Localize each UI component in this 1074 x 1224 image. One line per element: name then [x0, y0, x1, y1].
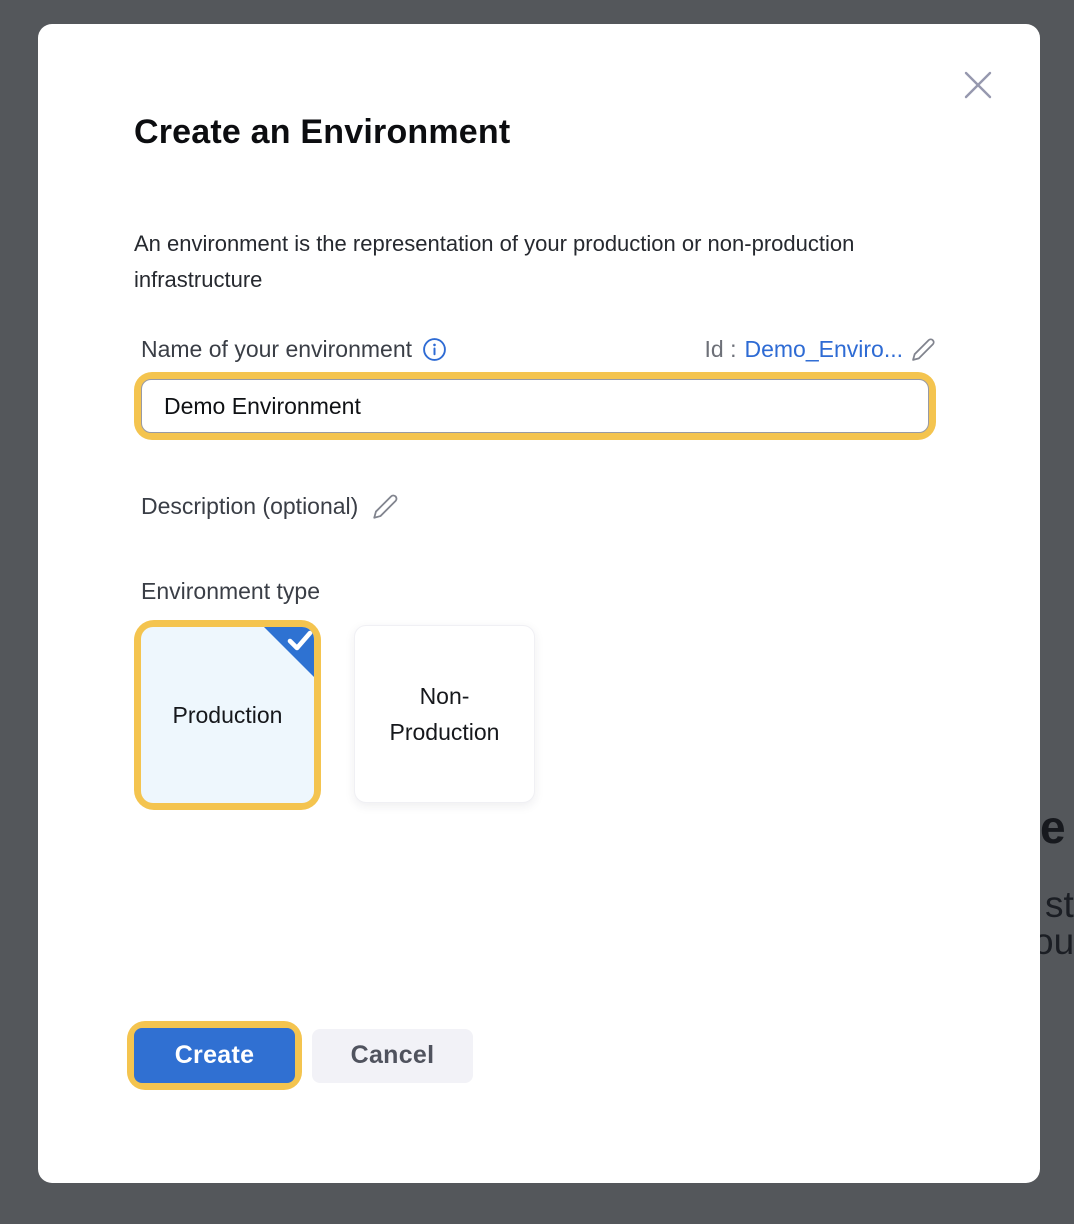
environment-name-input[interactable]: [141, 379, 929, 433]
create-environment-dialog: Create an Environment An environment is …: [38, 24, 1040, 1183]
production-card-label: Production: [173, 697, 283, 733]
cancel-button[interactable]: Cancel: [312, 1029, 473, 1083]
selected-check-icon: [264, 627, 314, 677]
environment-type-option-production[interactable]: Production: [141, 627, 314, 803]
environment-type-option-non-production[interactable]: Non-Production: [354, 625, 535, 803]
dialog-title: Create an Environment: [134, 110, 940, 154]
info-icon[interactable]: [422, 337, 447, 362]
edit-description-button[interactable]: [372, 493, 399, 520]
description-field-header: Description (optional): [134, 493, 936, 520]
production-card-highlight: Production: [134, 620, 321, 810]
description-label: Description (optional): [134, 493, 358, 520]
background-text-fragment: e: [1040, 800, 1066, 854]
dialog-description: An environment is the representation of …: [134, 226, 884, 298]
name-field-label: Name of your environment: [141, 336, 412, 363]
id-label: Id :: [705, 336, 737, 363]
environment-type-options: Production Non-Production: [134, 620, 936, 810]
edit-id-button[interactable]: [911, 337, 936, 362]
id-value-link[interactable]: Demo_Enviro...: [744, 336, 903, 363]
name-input-highlight: [134, 372, 936, 440]
pencil-icon: [911, 337, 936, 362]
environment-type-label: Environment type: [134, 578, 936, 605]
create-button[interactable]: Create: [134, 1028, 295, 1083]
name-field-header: Name of your environment Id : Demo_Envir…: [134, 334, 936, 364]
create-button-highlight: Create: [127, 1021, 302, 1090]
dialog-actions: Create Cancel: [134, 1021, 936, 1090]
background-text-fragment: st: [1045, 884, 1074, 926]
close-icon: [961, 68, 995, 102]
close-button[interactable]: [960, 67, 996, 103]
pencil-icon: [372, 493, 399, 520]
non-production-card-label: Non-Production: [389, 678, 500, 750]
